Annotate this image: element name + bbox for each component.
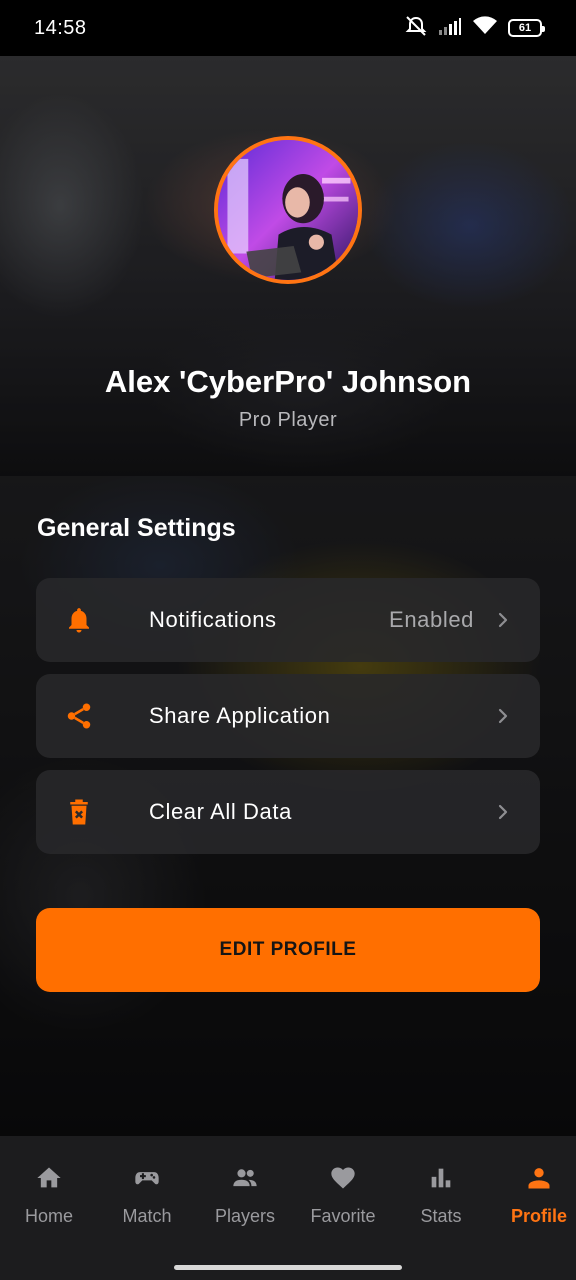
bar-chart-icon	[431, 1168, 451, 1188]
signal-icon	[438, 16, 462, 41]
profile-role: Pro Player	[238, 409, 338, 431]
players-icon	[233, 1169, 257, 1187]
wifi-icon	[472, 15, 498, 41]
nav-item-profile[interactable]: Profile	[490, 1136, 576, 1280]
chevron-right-icon	[498, 804, 508, 820]
gamepad-icon	[135, 1172, 159, 1185]
chevron-right-icon	[498, 708, 508, 724]
battery-icon: 61	[508, 19, 545, 37]
trash-icon	[64, 797, 94, 827]
settings-item-clear-all-data[interactable]: Clear All Data	[36, 770, 540, 854]
nav-label: Favorite	[310, 1206, 376, 1226]
chevron-right-icon	[498, 612, 508, 628]
share-icon	[64, 701, 94, 731]
nav-label: Match	[122, 1206, 172, 1226]
settings-item-share-application[interactable]: Share Application	[36, 674, 540, 758]
section-title-general-settings: General Settings	[37, 514, 236, 542]
settings-item-label: Share Application	[149, 703, 331, 728]
nav-label: Profile	[510, 1206, 567, 1226]
battery-level: 61	[518, 22, 532, 34]
notifications-status: Enabled	[389, 607, 474, 632]
bell-icon	[64, 605, 94, 635]
home-icon	[37, 1167, 61, 1188]
nav-label: Players	[214, 1206, 276, 1226]
settings-item-label: Clear All Data	[149, 799, 292, 824]
nav-item-players[interactable]: Players	[196, 1136, 294, 1280]
nav-item-favorite[interactable]: Favorite	[294, 1136, 392, 1280]
home-indicator[interactable]	[174, 1265, 402, 1270]
status-bar: 14:58 61	[0, 0, 576, 56]
nav-label: Stats	[420, 1206, 462, 1226]
settings-item-label: Notifications	[149, 607, 277, 632]
nav-item-home[interactable]: Home	[0, 1136, 98, 1280]
status-icons: 61	[404, 15, 545, 42]
person-icon	[528, 1168, 550, 1189]
avatar[interactable]	[214, 136, 362, 284]
bottom-nav: Home Match Players Favorite Stats Profil…	[0, 1136, 576, 1280]
profile-name: Alex 'CyberPro' Johnson	[104, 364, 472, 399]
nav-item-match[interactable]: Match	[98, 1136, 196, 1280]
heart-icon	[331, 1167, 355, 1189]
nav-item-stats[interactable]: Stats	[392, 1136, 490, 1280]
mute-icon	[404, 15, 428, 42]
avatar-image	[218, 140, 358, 280]
status-time: 14:58	[34, 16, 87, 39]
settings-item-notifications[interactable]: Notifications Enabled	[36, 578, 540, 662]
edit-profile-button[interactable]: EDIT PROFILE	[36, 908, 540, 992]
profile-screen: 14:58 61 Alex 'CyberPro' Johnson Pro Pla…	[0, 0, 576, 1280]
nav-label: Home	[24, 1206, 73, 1226]
